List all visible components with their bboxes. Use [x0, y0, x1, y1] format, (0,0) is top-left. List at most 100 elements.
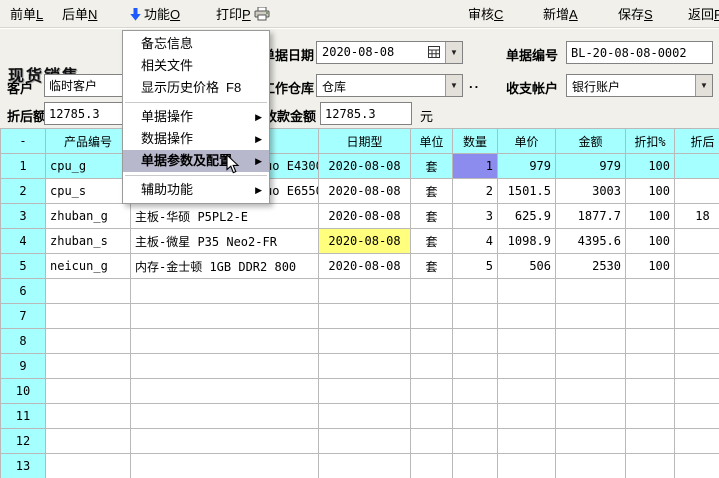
- grid-cell-empty[interactable]: [319, 279, 411, 304]
- row-number-cell[interactable]: 8: [1, 329, 46, 354]
- account-combo[interactable]: 银行账户 ▼: [566, 74, 713, 97]
- cell-discount-pct[interactable]: 100: [626, 154, 675, 179]
- save-button[interactable]: 保存S: [618, 6, 653, 23]
- row-number-cell[interactable]: 1: [1, 154, 46, 179]
- row-number-cell[interactable]: 5: [1, 254, 46, 279]
- cell-product-code[interactable]: zhuban_g: [46, 204, 131, 229]
- grid-cell-empty[interactable]: [411, 379, 453, 404]
- row-number-cell[interactable]: 12: [1, 429, 46, 454]
- cell-amount[interactable]: 4395.6: [556, 229, 626, 254]
- grid-cell-empty[interactable]: [319, 354, 411, 379]
- grid-cell-empty[interactable]: [675, 329, 719, 354]
- row-number-cell[interactable]: 9: [1, 354, 46, 379]
- cell-product-code[interactable]: cpu_s: [46, 179, 131, 204]
- grid-cell-empty[interactable]: [626, 304, 675, 329]
- cell-date[interactable]: 2020-08-08: [319, 254, 411, 279]
- menu-item-doc-operations[interactable]: 单据操作▶: [123, 106, 269, 128]
- cell-unit[interactable]: 套: [411, 229, 453, 254]
- cell-product-code[interactable]: neicun_g: [46, 254, 131, 279]
- grid-cell-empty[interactable]: [46, 454, 131, 478]
- doc-date-field[interactable]: 2020-08-08 ▼: [316, 41, 463, 64]
- grid-cell-empty[interactable]: [498, 404, 556, 429]
- grid-cell-empty[interactable]: [556, 379, 626, 404]
- grid-cell-empty[interactable]: [411, 279, 453, 304]
- cell-date[interactable]: 2020-08-08: [319, 179, 411, 204]
- grid-cell-empty[interactable]: [498, 454, 556, 478]
- cell-quantity[interactable]: 2: [453, 179, 498, 204]
- grid-cell-empty[interactable]: [453, 354, 498, 379]
- grid-cell-empty[interactable]: [556, 454, 626, 478]
- grid-cell-empty[interactable]: [498, 279, 556, 304]
- grid-cell-empty[interactable]: [675, 404, 719, 429]
- cell-unit[interactable]: 套: [411, 179, 453, 204]
- cell-product-name[interactable]: 主板-微星 P35 Neo2-FR: [131, 229, 319, 254]
- grid-cell-empty[interactable]: [556, 304, 626, 329]
- cell-unit[interactable]: 套: [411, 154, 453, 179]
- menu-item-related-files[interactable]: 相关文件: [123, 55, 269, 77]
- back-button[interactable]: 返回R: [688, 6, 719, 23]
- row-number-cell[interactable]: 3: [1, 204, 46, 229]
- grid-cell-empty[interactable]: [411, 304, 453, 329]
- grid-cell-empty[interactable]: [675, 354, 719, 379]
- grid-cell-empty[interactable]: [319, 304, 411, 329]
- grid-cell-empty[interactable]: [453, 329, 498, 354]
- grid-row-empty[interactable]: 8: [1, 329, 719, 354]
- grid-cell-empty[interactable]: [453, 379, 498, 404]
- cell-discount-pct[interactable]: 100: [626, 254, 675, 279]
- menu-item-doc-parameters-config[interactable]: 单据参数及配置▶: [123, 150, 269, 172]
- row-number-cell[interactable]: 10: [1, 379, 46, 404]
- cell-after-discount[interactable]: 18: [675, 204, 719, 229]
- printer-icon[interactable]: [254, 7, 270, 24]
- prev-order-button[interactable]: 前单L: [10, 6, 43, 23]
- grid-cell-empty[interactable]: [411, 329, 453, 354]
- cell-after-discount[interactable]: [675, 154, 719, 179]
- account-dropdown-button[interactable]: ▼: [695, 75, 712, 96]
- cell-after-discount[interactable]: [675, 179, 719, 204]
- grid-cell-empty[interactable]: [556, 354, 626, 379]
- cell-discount-pct[interactable]: 100: [626, 229, 675, 254]
- row-number-cell[interactable]: 7: [1, 304, 46, 329]
- grid-row-empty[interactable]: 10: [1, 379, 719, 404]
- grid-cell-empty[interactable]: [131, 379, 319, 404]
- print-button[interactable]: 打印P: [216, 6, 251, 23]
- menu-item-memo-info[interactable]: 备忘信息: [123, 33, 269, 55]
- grid-cell-empty[interactable]: [675, 454, 719, 478]
- grid-cell-empty[interactable]: [131, 454, 319, 478]
- warehouse-browse-dots[interactable]: ..: [469, 76, 480, 91]
- grid-cell-empty[interactable]: [675, 279, 719, 304]
- grid-row-empty[interactable]: 9: [1, 354, 719, 379]
- grid-row[interactable]: 1cpu_gCPU-Intel Core 2 Duo E43002020-08-…: [1, 154, 719, 179]
- add-button[interactable]: 新增A: [543, 6, 578, 23]
- grid-cell-empty[interactable]: [131, 404, 319, 429]
- grid-cell-empty[interactable]: [411, 454, 453, 478]
- grid-cell-empty[interactable]: [453, 429, 498, 454]
- grid-cell-empty[interactable]: [498, 354, 556, 379]
- row-number-cell[interactable]: 6: [1, 279, 46, 304]
- grid-cell-empty[interactable]: [626, 354, 675, 379]
- grid-cell-empty[interactable]: [46, 329, 131, 354]
- grid-cell-empty[interactable]: [556, 404, 626, 429]
- grid-cell-empty[interactable]: [498, 304, 556, 329]
- grid-row-empty[interactable]: 7: [1, 304, 719, 329]
- grid-row-empty[interactable]: 12: [1, 429, 719, 454]
- grid-cell-empty[interactable]: [46, 379, 131, 404]
- grid-cell-empty[interactable]: [411, 354, 453, 379]
- cell-unit-price[interactable]: 1501.5: [498, 179, 556, 204]
- grid-cell-empty[interactable]: [46, 429, 131, 454]
- row-number-cell[interactable]: 13: [1, 454, 46, 478]
- grid-cell-empty[interactable]: [131, 329, 319, 354]
- grid-cell-empty[interactable]: [131, 429, 319, 454]
- grid-cell-empty[interactable]: [675, 304, 719, 329]
- cell-product-code[interactable]: cpu_g: [46, 154, 131, 179]
- grid-cell-empty[interactable]: [626, 429, 675, 454]
- grid-row[interactable]: 5neicun_g内存-金士顿 1GB DDR2 8002020-08-08套5…: [1, 254, 719, 279]
- grid-cell-empty[interactable]: [453, 279, 498, 304]
- next-order-button[interactable]: 后单N: [62, 6, 97, 23]
- grid-row[interactable]: 4zhuban_s主板-微星 P35 Neo2-FR2020-08-08套410…: [1, 229, 719, 254]
- menu-item-auxiliary[interactable]: 辅助功能▶: [123, 179, 269, 201]
- grid-cell-empty[interactable]: [319, 404, 411, 429]
- cell-amount[interactable]: 3003: [556, 179, 626, 204]
- grid-cell-empty[interactable]: [626, 329, 675, 354]
- menu-item-history-price[interactable]: 显示历史价格F8: [123, 77, 269, 99]
- cell-unit[interactable]: 套: [411, 204, 453, 229]
